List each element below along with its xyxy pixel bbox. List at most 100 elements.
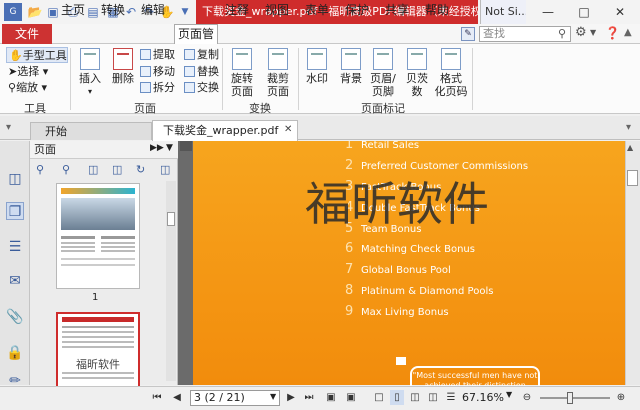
background-icon [341, 48, 361, 70]
select-tool-button[interactable]: ➤选择 ▾ [8, 64, 48, 80]
zoom-out-icon[interactable]: ⊖ [520, 390, 534, 405]
delete-page-button[interactable]: 删除 [108, 48, 138, 85]
panel-scroll-thumb[interactable] [167, 212, 175, 226]
close-tab-icon[interactable]: ✕ [284, 124, 292, 135]
tab-document[interactable]: 下载奖金_wrapper.pdf [152, 120, 298, 141]
other-window-tab[interactable]: Not Si... [480, 0, 526, 24]
last-page-icon[interactable]: ⏭ [302, 390, 316, 405]
extract-page-button[interactable]: 提取 [140, 47, 175, 63]
menu-protect[interactable]: 保护 [342, 1, 372, 19]
splitter-handle[interactable] [180, 141, 192, 151]
group-label-transform: 变换 [249, 102, 271, 115]
insert-page-button[interactable]: 插入 ▾ [74, 48, 106, 98]
tab-dropdown-icon[interactable]: ▾ [626, 122, 631, 133]
customize-dropdown-icon[interactable]: ▼ [176, 3, 194, 21]
rotate-page-button[interactable]: 旋转 页面 [226, 48, 258, 98]
menu-page-management[interactable]: 页面管理 [174, 24, 218, 60]
list-item: 9 Max Living Bonus [345, 304, 449, 319]
thumb-zoom-out-icon[interactable]: ⚲ [36, 163, 44, 176]
document-icon[interactable]: ◫ [6, 170, 24, 188]
group-label-tools: 工具 [24, 102, 46, 115]
thumb-delete-icon[interactable]: ◫ [112, 163, 122, 176]
menu-share[interactable]: 共享 [382, 1, 412, 19]
settings-dropdown-icon[interactable]: ▼ [590, 28, 596, 37]
split-view-icon[interactable]: ☰ [444, 390, 458, 405]
attachment-icon[interactable]: 📎 [6, 308, 24, 326]
move-page-button[interactable]: 移动 [140, 64, 175, 80]
header-footer-button[interactable]: 页眉/ 页脚 [366, 48, 400, 98]
comments-icon[interactable]: ✉ [6, 272, 24, 290]
thumb-zoom-in-icon[interactable]: ⚲ [62, 163, 70, 176]
insert-page-icon [80, 48, 100, 70]
watermark-icon [307, 48, 327, 70]
swap-page-button[interactable]: 交换 [184, 80, 219, 96]
zoom-icon: ⚲ [8, 81, 17, 94]
page-thumbnail-1[interactable] [56, 183, 140, 289]
list-item: 7 Global Bonus Pool [345, 262, 451, 277]
crop-icon [268, 48, 288, 70]
panel-scrollbar[interactable] [166, 181, 176, 381]
split-page-button[interactable]: 拆分 [140, 80, 175, 96]
scroll-up-icon[interactable]: ▲ [627, 143, 633, 152]
thumbnail-watermark: 福昕软件 [76, 358, 120, 371]
zoom-slider[interactable] [540, 397, 610, 399]
maximize-icon[interactable]: □ [566, 0, 602, 24]
crop-page-button[interactable]: 裁剪 页面 [262, 48, 294, 98]
search-icon[interactable]: ⚲ [558, 27, 566, 40]
scroll-thumb[interactable] [627, 170, 638, 186]
replace-page-button[interactable]: 替换 [184, 64, 219, 80]
lock-icon[interactable]: 🔒 [6, 344, 24, 362]
page-thumbnail-2[interactable]: 福昕软件 [56, 312, 140, 388]
menu-convert[interactable]: 转换 [98, 1, 128, 19]
zoom-dropdown-icon[interactable]: ▼ [506, 390, 512, 399]
help-circle-icon[interactable]: ❓ [605, 26, 620, 40]
zoom-slider-handle[interactable] [567, 392, 573, 404]
facing-pages-icon[interactable]: ◫ [408, 390, 422, 405]
panel-expand-icon[interactable]: ▶▶ [150, 143, 164, 153]
prev-view-icon[interactable]: ▣ [324, 390, 338, 405]
menu-help[interactable]: 帮助 [422, 1, 452, 19]
prev-page-icon[interactable]: ◀ [170, 390, 184, 405]
menu-comment[interactable]: 注释 [222, 1, 252, 19]
thumb-rotate-icon[interactable]: ↻ [136, 163, 145, 176]
thumb-more-icon[interactable]: ◫ [160, 163, 170, 176]
minimize-icon[interactable]: — [530, 0, 566, 24]
tab-start[interactable]: 开始 [30, 122, 152, 140]
panel-title: 页面 [34, 143, 56, 156]
file-menu[interactable]: 文件 [2, 24, 52, 44]
continuous-page-icon[interactable]: ▯ [390, 390, 404, 405]
collapse-ribbon-icon[interactable]: ▲ [624, 27, 632, 38]
tab-list-icon[interactable]: ▾ [6, 122, 11, 133]
background-button[interactable]: 背景 [336, 48, 366, 85]
copy-page-button[interactable]: 复制 [184, 47, 219, 63]
group-label-page-marks: 页面标记 [361, 102, 405, 115]
rotate-icon [232, 48, 252, 70]
watermark-button[interactable]: 水印 [302, 48, 332, 85]
page-number-input[interactable]: 3 (2 / 21) [190, 390, 280, 406]
zoom-tool-button[interactable]: ⚲缩放 ▾ [8, 80, 47, 96]
panel-options-icon[interactable]: ▼ [166, 143, 173, 153]
pages-panel-icon[interactable]: ❐ [6, 202, 24, 220]
tell-me-icon[interactable]: ✎ [461, 27, 475, 41]
bates-icon [407, 48, 427, 70]
first-page-icon[interactable]: ⏮ [150, 390, 164, 405]
next-view-icon[interactable]: ▣ [344, 390, 358, 405]
next-page-icon[interactable]: ▶ [284, 390, 298, 405]
single-page-icon[interactable]: □ [372, 390, 386, 405]
page-dropdown-icon[interactable]: ▼ [270, 392, 276, 401]
open-folder-icon[interactable]: 📂 [26, 3, 44, 21]
continuous-facing-icon[interactable]: ◫ [426, 390, 440, 405]
close-icon[interactable]: ✕ [602, 0, 638, 24]
format-page-number-button[interactable]: 格式 化页码 [434, 48, 468, 98]
layers-icon[interactable]: ☰ [6, 238, 24, 256]
menu-view[interactable]: 视图 [262, 1, 292, 19]
menu-home[interactable]: 主页 [58, 1, 88, 19]
bates-number-button[interactable]: 贝茨 数 [402, 48, 432, 98]
hand-tool-button[interactable]: ✋手型工具 [6, 47, 68, 63]
menu-form[interactable]: 表单 [302, 1, 332, 19]
zoom-in-icon[interactable]: ⊕ [614, 390, 628, 405]
settings-gear-icon[interactable]: ⚙ [575, 25, 587, 40]
thumb-insert-icon[interactable]: ◫ [88, 163, 98, 176]
menu-edit[interactable]: 编辑 [138, 1, 168, 19]
ribbon-separator [70, 48, 71, 110]
